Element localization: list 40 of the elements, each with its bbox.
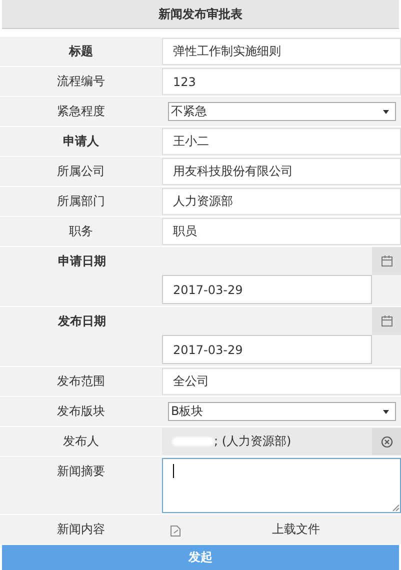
dropdown-select[interactable]: 不紧急	[168, 102, 396, 121]
text-field[interactable]: 用友科技股份有限公司	[162, 158, 401, 185]
calendar-button[interactable]	[372, 307, 401, 335]
field-label: 发布人	[63, 433, 99, 450]
field-label: 新闻摘要	[57, 463, 105, 480]
field-label: 申请日期	[57, 252, 107, 270]
field-label: 紧急程度	[57, 103, 105, 120]
field-label: 发布范围	[57, 373, 105, 390]
field-label: 发布版块	[57, 403, 105, 420]
field-label: 标题	[69, 43, 93, 60]
clear-button[interactable]	[372, 428, 401, 455]
text-field[interactable]: 全公司	[162, 368, 401, 395]
field-label: 所属公司	[57, 163, 105, 180]
text-field[interactable]: 人力资源部	[162, 188, 401, 215]
dropdown-select[interactable]: B板块	[168, 402, 396, 421]
date-field[interactable]: 2017-03-29	[162, 275, 372, 304]
text-field[interactable]: 弹性工作制实施细则	[162, 38, 401, 65]
field-label: 流程编号	[57, 73, 105, 90]
resize-grip-icon	[392, 504, 399, 511]
field-label: 发布日期	[56, 312, 107, 330]
person-value: ; (人力资源部)	[214, 433, 292, 450]
file-icon	[170, 525, 181, 537]
calendar-icon	[380, 255, 392, 267]
text-field[interactable]: 123	[162, 68, 401, 95]
person-field[interactable]: ; (人力资源部)	[162, 428, 372, 455]
dropdown-arrow-icon	[383, 110, 389, 114]
text-caret	[173, 464, 174, 478]
field-label: 申请人	[63, 133, 99, 150]
date-field[interactable]: 2017-03-29	[162, 335, 372, 364]
calendar-button[interactable]	[372, 247, 401, 275]
field-label: 所属部门	[57, 193, 105, 210]
form-title: 新闻发布审批表	[158, 6, 242, 22]
calendar-icon	[380, 315, 392, 327]
dropdown-arrow-icon	[383, 410, 389, 414]
field-label: 职务	[69, 223, 93, 240]
summary-textarea[interactable]	[162, 458, 401, 513]
close-icon	[380, 436, 392, 448]
text-field[interactable]: 职员	[162, 218, 401, 245]
field-label: 新闻内容	[57, 521, 105, 538]
text-field[interactable]: 王小二	[162, 128, 401, 155]
